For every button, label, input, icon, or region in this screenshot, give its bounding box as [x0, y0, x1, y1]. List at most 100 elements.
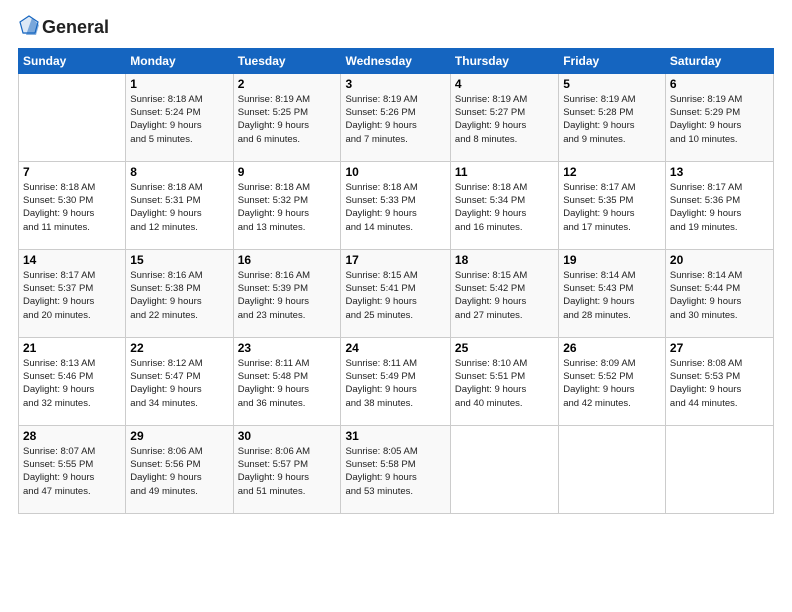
day-number: 19 — [563, 253, 661, 267]
day-number: 11 — [455, 165, 554, 179]
day-number: 27 — [670, 341, 769, 355]
day-info: Sunrise: 8:09 AM Sunset: 5:52 PM Dayligh… — [563, 357, 661, 410]
day-info: Sunrise: 8:18 AM Sunset: 5:32 PM Dayligh… — [238, 181, 337, 234]
day-info: Sunrise: 8:18 AM Sunset: 5:31 PM Dayligh… — [130, 181, 228, 234]
day-info: Sunrise: 8:17 AM Sunset: 5:35 PM Dayligh… — [563, 181, 661, 234]
calendar-day: 19 Sunrise: 8:14 AM Sunset: 5:43 PM Dayli… — [559, 249, 666, 337]
calendar-day: 8 Sunrise: 8:18 AM Sunset: 5:31 PM Daylig… — [126, 161, 233, 249]
col-wednesday: Wednesday — [341, 48, 450, 73]
day-info: Sunrise: 8:11 AM Sunset: 5:49 PM Dayligh… — [345, 357, 445, 410]
calendar-day: 13 Sunrise: 8:17 AM Sunset: 5:36 PM Dayli… — [665, 161, 773, 249]
calendar-day: 16 Sunrise: 8:16 AM Sunset: 5:39 PM Dayli… — [233, 249, 341, 337]
day-number: 1 — [130, 77, 228, 91]
day-info: Sunrise: 8:06 AM Sunset: 5:56 PM Dayligh… — [130, 445, 228, 498]
calendar-day — [450, 425, 558, 513]
col-thursday: Thursday — [450, 48, 558, 73]
day-info: Sunrise: 8:17 AM Sunset: 5:37 PM Dayligh… — [23, 269, 121, 322]
calendar-week-row: 28 Sunrise: 8:07 AM Sunset: 5:55 PM Dayli… — [19, 425, 774, 513]
day-number: 4 — [455, 77, 554, 91]
calendar-day: 6 Sunrise: 8:19 AM Sunset: 5:29 PM Daylig… — [665, 73, 773, 161]
day-info: Sunrise: 8:11 AM Sunset: 5:48 PM Dayligh… — [238, 357, 337, 410]
day-number: 5 — [563, 77, 661, 91]
col-friday: Friday — [559, 48, 666, 73]
calendar-day: 24Sunrise: 8:11 AM Sunset: 5:49 PM Dayli… — [341, 337, 450, 425]
day-info: Sunrise: 8:12 AM Sunset: 5:47 PM Dayligh… — [130, 357, 228, 410]
calendar-week-row: 21 Sunrise: 8:13 AM Sunset: 5:46 PM Dayli… — [19, 337, 774, 425]
calendar-day: 3 Sunrise: 8:19 AM Sunset: 5:26 PM Daylig… — [341, 73, 450, 161]
day-info: Sunrise: 8:07 AM Sunset: 5:55 PM Dayligh… — [23, 445, 121, 498]
calendar-day: 11 Sunrise: 8:18 AM Sunset: 5:34 PM Dayli… — [450, 161, 558, 249]
calendar-day: 22 Sunrise: 8:12 AM Sunset: 5:47 PM Dayli… — [126, 337, 233, 425]
day-info: Sunrise: 8:06 AM Sunset: 5:57 PM Dayligh… — [238, 445, 337, 498]
day-info: Sunrise: 8:15 AM Sunset: 5:41 PM Dayligh… — [345, 269, 445, 322]
calendar-day: 27 Sunrise: 8:08 AM Sunset: 5:53 PM Dayli… — [665, 337, 773, 425]
calendar-day: 1Sunrise: 8:18 AM Sunset: 5:24 PM Daylig… — [126, 73, 233, 161]
day-number: 8 — [130, 165, 228, 179]
calendar-day: 10 Sunrise: 8:18 AM Sunset: 5:33 PM Dayli… — [341, 161, 450, 249]
logo-text: General — [42, 18, 109, 38]
calendar-week-row: 7Sunrise: 8:18 AM Sunset: 5:30 PM Daylig… — [19, 161, 774, 249]
calendar-day: 15 Sunrise: 8:16 AM Sunset: 5:38 PM Dayli… — [126, 249, 233, 337]
day-number: 20 — [670, 253, 769, 267]
day-info: Sunrise: 8:18 AM Sunset: 5:33 PM Dayligh… — [345, 181, 445, 234]
day-number: 12 — [563, 165, 661, 179]
day-number: 31 — [345, 429, 445, 443]
calendar-day: 25 Sunrise: 8:10 AM Sunset: 5:51 PM Dayli… — [450, 337, 558, 425]
day-number: 28 — [23, 429, 121, 443]
calendar-day: 21 Sunrise: 8:13 AM Sunset: 5:46 PM Dayli… — [19, 337, 126, 425]
day-info: Sunrise: 8:05 AM Sunset: 5:58 PM Dayligh… — [345, 445, 445, 498]
day-number: 15 — [130, 253, 228, 267]
col-sunday: Sunday — [19, 48, 126, 73]
calendar-day — [19, 73, 126, 161]
calendar-day — [559, 425, 666, 513]
logo-icon — [18, 15, 40, 37]
calendar-day: 18 Sunrise: 8:15 AM Sunset: 5:42 PM Dayli… — [450, 249, 558, 337]
col-tuesday: Tuesday — [233, 48, 341, 73]
day-number: 16 — [238, 253, 337, 267]
page-header: General — [18, 18, 774, 38]
day-number: 30 — [238, 429, 337, 443]
day-info: Sunrise: 8:19 AM Sunset: 5:27 PM Dayligh… — [455, 93, 554, 146]
day-number: 25 — [455, 341, 554, 355]
day-number: 18 — [455, 253, 554, 267]
calendar-day: 17 Sunrise: 8:15 AM Sunset: 5:41 PM Dayli… — [341, 249, 450, 337]
calendar-day: 20Sunrise: 8:14 AM Sunset: 5:44 PM Dayli… — [665, 249, 773, 337]
calendar-day — [665, 425, 773, 513]
calendar-table: Sunday Monday Tuesday Wednesday Thursday… — [18, 48, 774, 514]
day-info: Sunrise: 8:16 AM Sunset: 5:38 PM Dayligh… — [130, 269, 228, 322]
calendar-day: 4 Sunrise: 8:19 AM Sunset: 5:27 PM Daylig… — [450, 73, 558, 161]
day-info: Sunrise: 8:16 AM Sunset: 5:39 PM Dayligh… — [238, 269, 337, 322]
day-info: Sunrise: 8:19 AM Sunset: 5:29 PM Dayligh… — [670, 93, 769, 146]
day-number: 29 — [130, 429, 228, 443]
calendar-week-row: 14 Sunrise: 8:17 AM Sunset: 5:37 PM Dayli… — [19, 249, 774, 337]
day-number: 21 — [23, 341, 121, 355]
day-number: 22 — [130, 341, 228, 355]
day-number: 10 — [345, 165, 445, 179]
day-info: Sunrise: 8:19 AM Sunset: 5:25 PM Dayligh… — [238, 93, 337, 146]
calendar-day: 14 Sunrise: 8:17 AM Sunset: 5:37 PM Dayli… — [19, 249, 126, 337]
day-number: 13 — [670, 165, 769, 179]
col-monday: Monday — [126, 48, 233, 73]
day-info: Sunrise: 8:10 AM Sunset: 5:51 PM Dayligh… — [455, 357, 554, 410]
calendar-header-row: Sunday Monday Tuesday Wednesday Thursday… — [19, 48, 774, 73]
day-number: 9 — [238, 165, 337, 179]
day-info: Sunrise: 8:13 AM Sunset: 5:46 PM Dayligh… — [23, 357, 121, 410]
calendar-day: 9 Sunrise: 8:18 AM Sunset: 5:32 PM Daylig… — [233, 161, 341, 249]
day-number: 2 — [238, 77, 337, 91]
calendar-day: 31 Sunrise: 8:05 AM Sunset: 5:58 PM Dayli… — [341, 425, 450, 513]
day-info: Sunrise: 8:08 AM Sunset: 5:53 PM Dayligh… — [670, 357, 769, 410]
calendar-day: 30 Sunrise: 8:06 AM Sunset: 5:57 PM Dayli… — [233, 425, 341, 513]
day-info: Sunrise: 8:19 AM Sunset: 5:26 PM Dayligh… — [345, 93, 445, 146]
day-info: Sunrise: 8:18 AM Sunset: 5:34 PM Dayligh… — [455, 181, 554, 234]
day-number: 6 — [670, 77, 769, 91]
calendar-day: 7Sunrise: 8:18 AM Sunset: 5:30 PM Daylig… — [19, 161, 126, 249]
day-number: 17 — [345, 253, 445, 267]
day-info: Sunrise: 8:14 AM Sunset: 5:43 PM Dayligh… — [563, 269, 661, 322]
day-info: Sunrise: 8:18 AM Sunset: 5:30 PM Dayligh… — [23, 181, 121, 234]
col-saturday: Saturday — [665, 48, 773, 73]
day-info: Sunrise: 8:15 AM Sunset: 5:42 PM Dayligh… — [455, 269, 554, 322]
day-number: 3 — [345, 77, 445, 91]
day-info: Sunrise: 8:17 AM Sunset: 5:36 PM Dayligh… — [670, 181, 769, 234]
calendar-day: 28 Sunrise: 8:07 AM Sunset: 5:55 PM Dayli… — [19, 425, 126, 513]
day-number: 14 — [23, 253, 121, 267]
